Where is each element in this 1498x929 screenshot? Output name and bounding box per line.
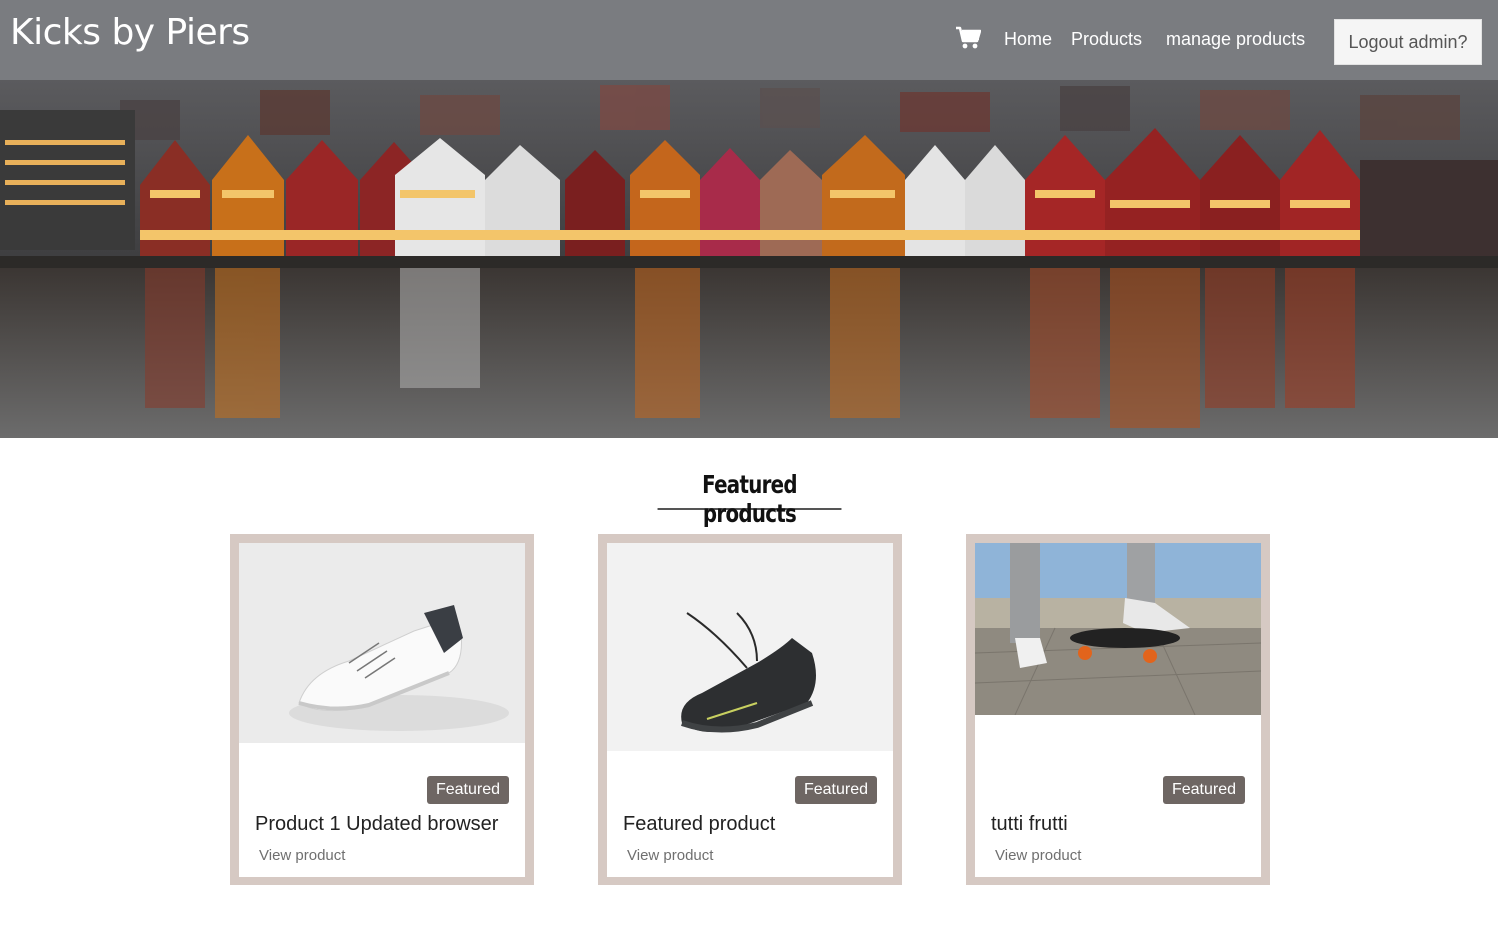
view-product-link[interactable]: View product <box>995 847 1081 864</box>
shopping-cart-icon[interactable] <box>955 26 981 50</box>
product-title: Featured product <box>623 813 776 835</box>
card-body: Featured Featured product View product <box>606 542 894 878</box>
brand-logo[interactable]: Kicks by Piers <box>10 12 250 53</box>
featured-badge: Featured <box>426 776 509 804</box>
featured-products-heading: Featured products <box>657 470 842 528</box>
view-product-link[interactable]: View product <box>627 847 713 864</box>
product-card[interactable]: Featured Featured product View product <box>598 534 902 885</box>
nav-manage-products-link[interactable]: manage products <box>1166 29 1305 50</box>
logout-button[interactable]: Logout admin? <box>1334 19 1482 65</box>
card-body: Featured Product 1 Updated browser View … <box>238 542 526 878</box>
top-navbar: Kicks by Piers Home Products manage prod… <box>0 0 1498 80</box>
nav-home-link[interactable]: Home <box>1004 29 1052 50</box>
hero-banner-image <box>0 80 1498 438</box>
featured-badge: Featured <box>1162 776 1245 804</box>
card-body: Featured tutti frutti View product <box>974 542 1262 878</box>
product-card[interactable]: Featured tutti frutti View product <box>966 534 1270 885</box>
product-title: tutti frutti <box>991 813 1068 835</box>
product-title: Product 1 Updated browser <box>255 813 499 835</box>
nav-products-link[interactable]: Products <box>1071 29 1142 50</box>
featured-badge: Featured <box>794 776 877 804</box>
product-image[interactable] <box>239 543 525 743</box>
product-image[interactable] <box>607 543 893 751</box>
product-image[interactable] <box>975 543 1261 715</box>
product-card[interactable]: Featured Product 1 Updated browser View … <box>230 534 534 885</box>
view-product-link[interactable]: View product <box>259 847 345 864</box>
